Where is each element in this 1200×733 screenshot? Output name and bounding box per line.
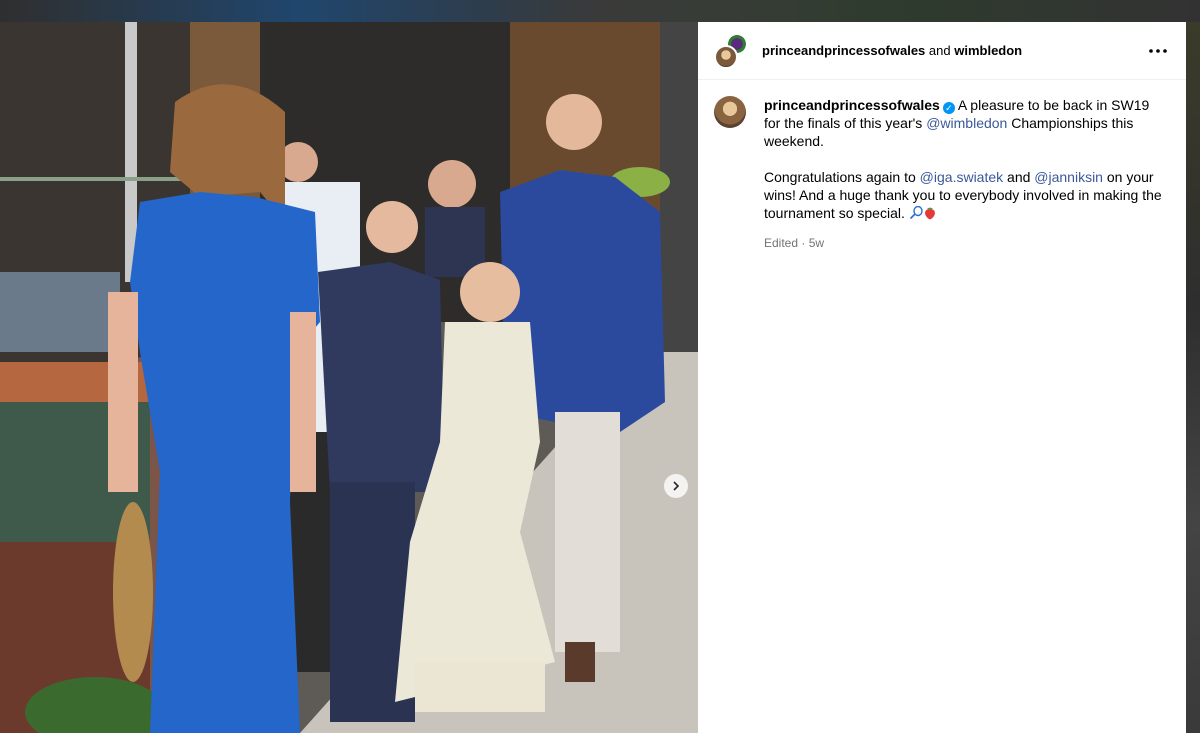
- and-label: and: [928, 43, 951, 58]
- post-meta: Edited · 5w: [764, 234, 1164, 252]
- post-header: princeandprincessofwales and wimbledon: [698, 22, 1186, 80]
- post-side-panel: princeandprincessofwales and wimbledon p…: [698, 22, 1186, 733]
- author-avatar[interactable]: [714, 44, 738, 69]
- background-strip-top: [0, 0, 1200, 22]
- tennis-racket-icon: [909, 206, 923, 220]
- caption-paragraph-1: princeandprincessofwales ✓ A pleasure to b…: [764, 96, 1164, 150]
- post-time-link[interactable]: 5w: [809, 236, 824, 250]
- caption-text-4: and: [1003, 169, 1035, 185]
- mention-jannik-link[interactable]: @janniksin: [1034, 169, 1103, 185]
- collaborator-username-link[interactable]: wimbledon: [954, 43, 1022, 58]
- meta-separator: ·: [798, 236, 809, 250]
- collab-avatars[interactable]: [714, 32, 750, 69]
- caption-avatar[interactable]: [714, 96, 746, 128]
- post-authors: princeandprincessofwales and wimbledon: [762, 43, 1146, 58]
- background-strip-right: [1186, 22, 1200, 733]
- caption-text-3: Congratulations again to: [764, 169, 920, 185]
- caption-username-link[interactable]: princeandprincessofwales: [764, 97, 940, 113]
- caption: princeandprincessofwales ✓ A pleasure to b…: [698, 80, 1186, 252]
- author-username-link[interactable]: princeandprincessofwales: [762, 43, 925, 58]
- verified-badge-icon: ✓: [942, 102, 955, 114]
- next-photo-button[interactable]: [664, 474, 688, 498]
- post-photo: [0, 22, 698, 733]
- edited-label: Edited: [764, 236, 799, 250]
- caption-body: princeandprincessofwales ✓ A pleasure to b…: [764, 96, 1164, 252]
- more-horizontal-icon: [1149, 48, 1167, 53]
- photo-illustration: [0, 22, 698, 733]
- caption-paragraph-2: Congratulations again to @iga.swiatek an…: [764, 168, 1164, 222]
- chevron-right-icon: [673, 481, 680, 491]
- mention-iga-link[interactable]: @iga.swiatek: [920, 169, 1003, 185]
- strawberry-icon: [924, 207, 935, 220]
- mention-wimbledon-link[interactable]: @wimbledon: [926, 115, 1007, 131]
- more-options-button[interactable]: [1146, 39, 1170, 63]
